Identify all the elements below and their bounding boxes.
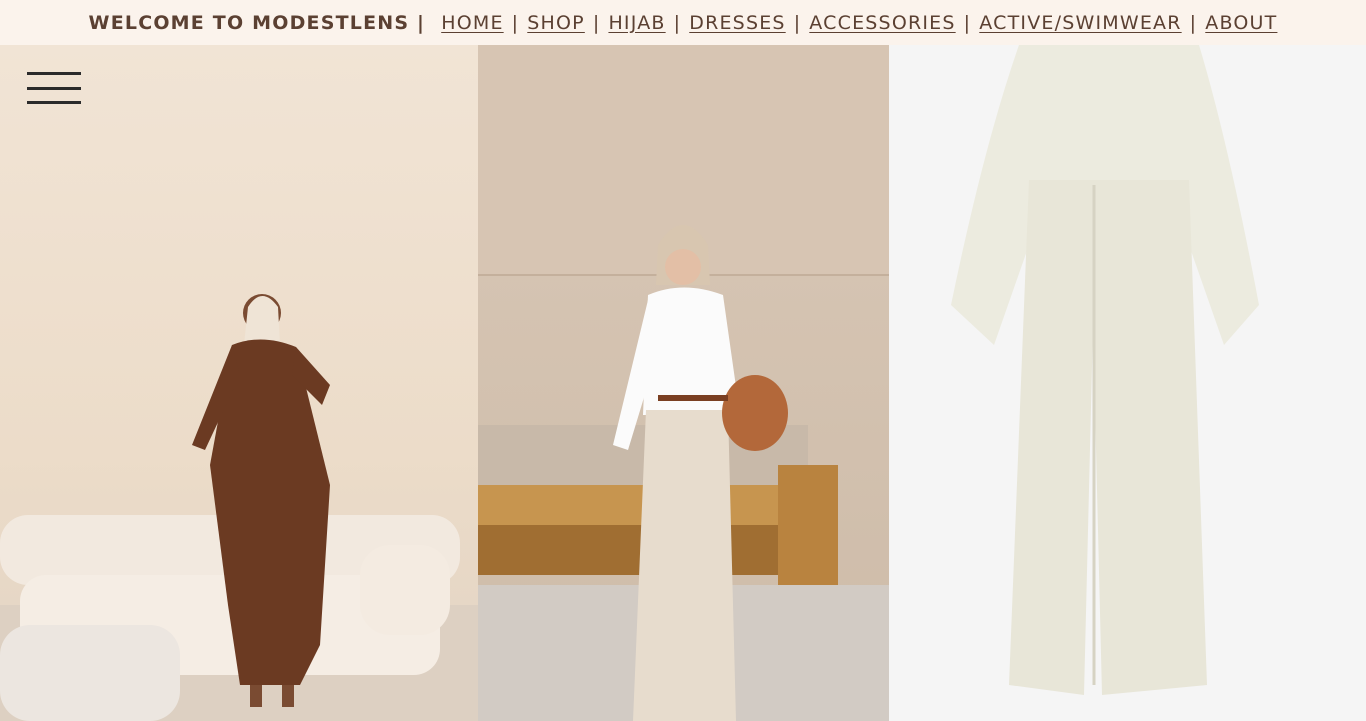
hero-image-white-shirt[interactable] <box>478 45 889 721</box>
nav-home-link[interactable]: HOME <box>441 12 503 34</box>
hero-image-brown-dress[interactable] <box>0 45 478 721</box>
nav-active-swimwear-link[interactable]: ACTIVE/SWIMWEAR <box>979 12 1181 34</box>
white-shirt-illustration <box>478 45 889 721</box>
nav-separator: | <box>1189 11 1198 34</box>
nav-dresses-link[interactable]: DRESSES <box>689 12 785 34</box>
welcome-text: WELCOME TO MODESTLENS | <box>88 11 426 34</box>
nav-accessories-link[interactable]: ACCESSORIES <box>809 12 955 34</box>
hamburger-menu-icon[interactable] <box>27 72 81 104</box>
nav-separator: | <box>592 11 601 34</box>
nav-separator: | <box>963 11 972 34</box>
nav-shop-link[interactable]: SHOP <box>527 12 585 34</box>
brown-dress-illustration <box>0 294 478 721</box>
cape-jumpsuit-illustration <box>951 45 1259 695</box>
hero-image-cape-jumpsuit[interactable] <box>889 45 1366 721</box>
top-navigation-bar: WELCOME TO MODESTLENS | HOME | SHOP | HI… <box>0 0 1366 45</box>
hero-image-strip <box>0 45 1366 721</box>
nav-separator: | <box>511 11 520 34</box>
nav-separator: | <box>673 11 682 34</box>
nav-hijab-link[interactable]: HIJAB <box>608 12 665 34</box>
nav-separator: | <box>793 11 802 34</box>
nav-about-link[interactable]: ABOUT <box>1205 12 1277 34</box>
